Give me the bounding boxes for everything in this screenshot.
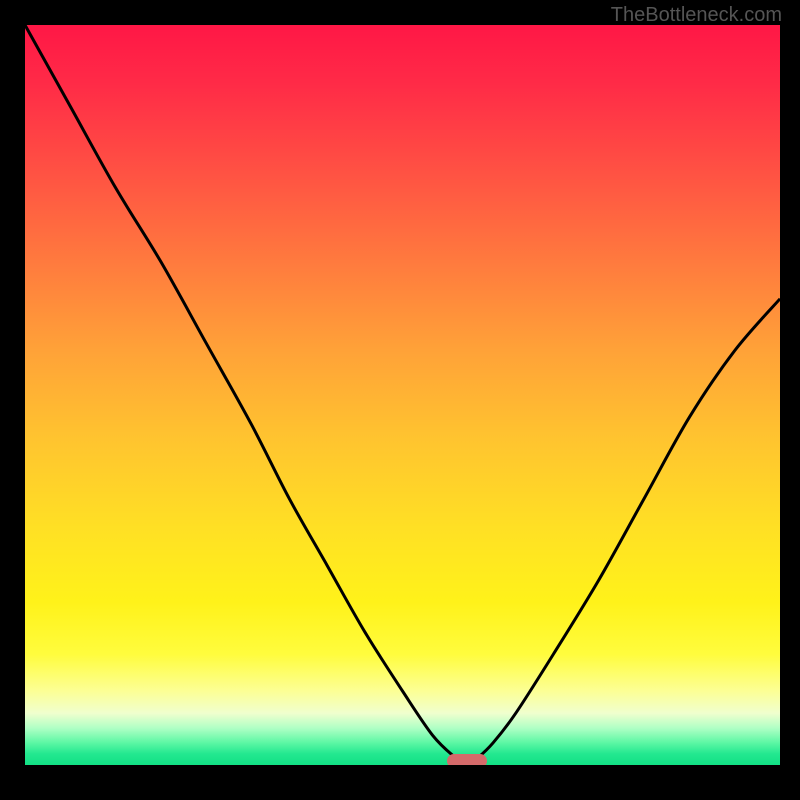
curve-svg: [25, 25, 780, 765]
watermark-text: TheBottleneck.com: [611, 4, 782, 27]
minimum-marker: [447, 754, 487, 765]
chart-plot-area: [25, 25, 780, 765]
bottleneck-curve-path: [25, 25, 780, 765]
